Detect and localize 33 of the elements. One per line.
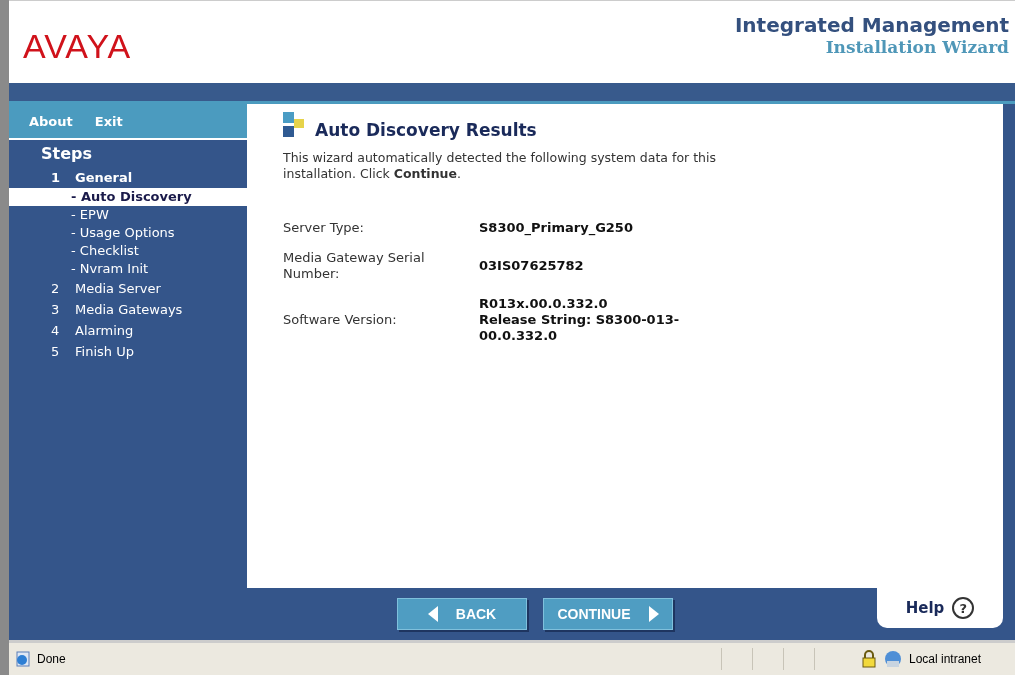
help-icon: ? (952, 597, 975, 619)
substep-item[interactable]: - Usage Options (9, 224, 247, 242)
globe-icon (883, 650, 903, 668)
zone-text: Local intranet (909, 652, 983, 666)
intro-text: This wizard automatically detected the following system data for this installation. Click Continue. (283, 150, 717, 182)
step-item[interactable]: 2 Media Server (9, 278, 247, 299)
step-item[interactable]: 1 General (9, 167, 247, 188)
right-triangle-icon (648, 606, 659, 622)
steps-heading: Steps (40, 144, 93, 163)
field-label: Software Version: (283, 312, 398, 328)
status-text: Done (37, 652, 67, 666)
page-title: Auto Discovery Results (315, 120, 537, 140)
step-item[interactable]: 5 Finish Up (9, 341, 247, 362)
field-label: Server Type: (283, 220, 365, 236)
step-item[interactable]: 4 Alarming (9, 320, 247, 341)
field-value: S8300_Primary_G250 (479, 220, 634, 236)
help-link[interactable]: Help ? (877, 588, 1003, 628)
left-triangle-icon (427, 606, 438, 622)
field-value: R013x.00.0.332.0 (479, 296, 609, 312)
substep-item[interactable]: - Nvram Init (9, 260, 247, 278)
lock-icon (861, 650, 877, 668)
substep-item[interactable]: - EPW (9, 206, 247, 224)
substep-item[interactable]: - Checklist (9, 242, 247, 260)
app-subtitle: Installation Wizard (825, 37, 1009, 57)
page-icon (15, 651, 31, 667)
avaya-logo: AVAYA (23, 26, 132, 66)
squares-icon (283, 112, 305, 140)
field-value: 03IS07625782 (479, 258, 585, 274)
field-label: Media Gateway Serial Number: (283, 250, 426, 282)
app-title: Integrated Management (734, 13, 1009, 37)
step-item[interactable]: 3 Media Gateways (9, 299, 247, 320)
field-value: Release String: S8300-013-00.0.332.0 (479, 312, 681, 344)
substep-item[interactable]: - Auto Discovery (9, 188, 249, 206)
